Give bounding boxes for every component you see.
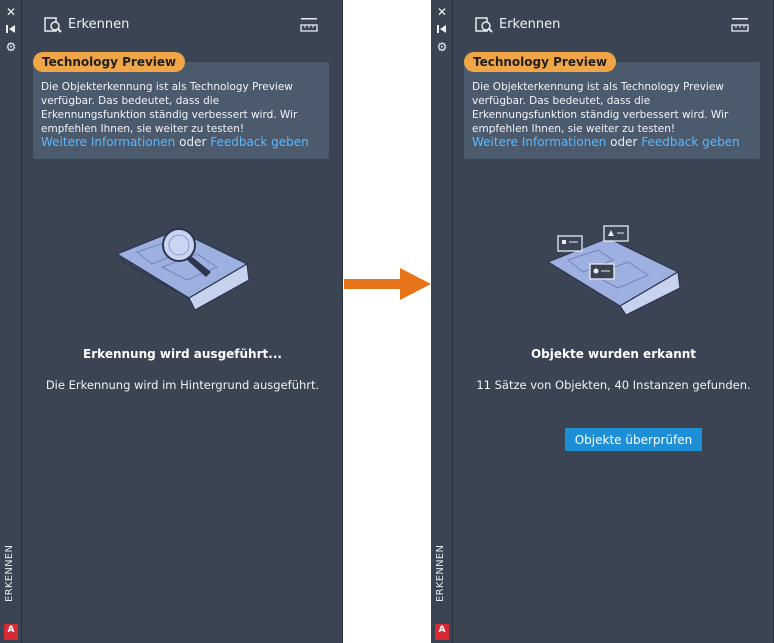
close-icon[interactable]: ✕ bbox=[435, 5, 449, 19]
palette-title: Erkennen bbox=[68, 17, 130, 32]
settings-gear-icon[interactable]: ⚙ bbox=[435, 40, 449, 54]
blueprint-objects-illustration bbox=[546, 225, 681, 316]
palette-left: ✕ ⚙ ERKENNEN A Erkennen Die Objekterkenn… bbox=[0, 0, 344, 643]
preview-info-box: Die Objekterkennung ist als Technology P… bbox=[33, 62, 329, 159]
feedback-link[interactable]: Feedback geben bbox=[210, 135, 309, 149]
feedback-link[interactable]: Feedback geben bbox=[641, 135, 740, 149]
side-label[interactable]: ERKENNEN bbox=[4, 545, 18, 602]
detect-icon bbox=[44, 17, 62, 33]
detect-icon bbox=[475, 17, 493, 33]
status-text: 11 Sätze von Objekten, 40 Instanzen gefu… bbox=[476, 378, 751, 392]
more-info-link[interactable]: Weitere Informationen bbox=[472, 135, 606, 149]
pin-icon-graphic bbox=[437, 25, 446, 33]
status-text: Die Erkennung wird im Hintergrund ausgef… bbox=[45, 378, 320, 392]
review-objects-button[interactable]: Objekte überprüfen bbox=[565, 428, 702, 451]
palette-right: ✕ ⚙ ERKENNEN A Erkennen Die Objekterkenn… bbox=[431, 0, 774, 643]
status-title: Objekte wurden erkannt bbox=[530, 347, 697, 361]
technology-preview-badge: Technology Preview bbox=[464, 52, 617, 72]
autocad-logo-icon: A bbox=[4, 624, 18, 640]
pin-icon-graphic bbox=[6, 25, 15, 33]
preview-info-text: Die Objekterkennung ist als Technology P… bbox=[41, 81, 298, 135]
technology-preview-badge: Technology Preview bbox=[33, 52, 186, 72]
status-title: Erkennung wird ausgeführt... bbox=[83, 347, 282, 361]
info-links: Weitere Informationen oder Feedback gebe… bbox=[41, 135, 309, 149]
close-icon[interactable]: ✕ bbox=[4, 5, 18, 19]
settings-icon[interactable] bbox=[300, 16, 318, 32]
settings-icon[interactable] bbox=[731, 16, 749, 32]
palette-side-strip: ✕ ⚙ ERKENNEN A bbox=[431, 0, 453, 643]
pin-icon[interactable] bbox=[435, 22, 449, 36]
preview-info-box: Die Objekterkennung ist als Technology P… bbox=[464, 62, 760, 159]
preview-info-text: Die Objekterkennung ist als Technology P… bbox=[472, 81, 729, 135]
more-info-link[interactable]: Weitere Informationen bbox=[41, 135, 175, 149]
side-label[interactable]: ERKENNEN bbox=[435, 545, 449, 602]
palette-side-strip: ✕ ⚙ ERKENNEN A bbox=[0, 0, 22, 643]
transition-arrow-icon bbox=[344, 268, 431, 300]
pin-icon[interactable] bbox=[4, 22, 18, 36]
palette-title: Erkennen bbox=[499, 17, 561, 32]
link-separator: oder bbox=[606, 135, 642, 149]
settings-gear-icon[interactable]: ⚙ bbox=[4, 40, 18, 54]
palette-content: Erkennen Die Objekterkennung ist als Tec… bbox=[22, 0, 343, 643]
link-separator: oder bbox=[175, 135, 211, 149]
blueprint-search-illustration bbox=[115, 228, 250, 311]
autocad-logo-icon: A bbox=[435, 624, 449, 640]
palette-content: Erkennen Die Objekterkennung ist als Tec… bbox=[453, 0, 774, 643]
info-links: Weitere Informationen oder Feedback gebe… bbox=[472, 135, 740, 149]
